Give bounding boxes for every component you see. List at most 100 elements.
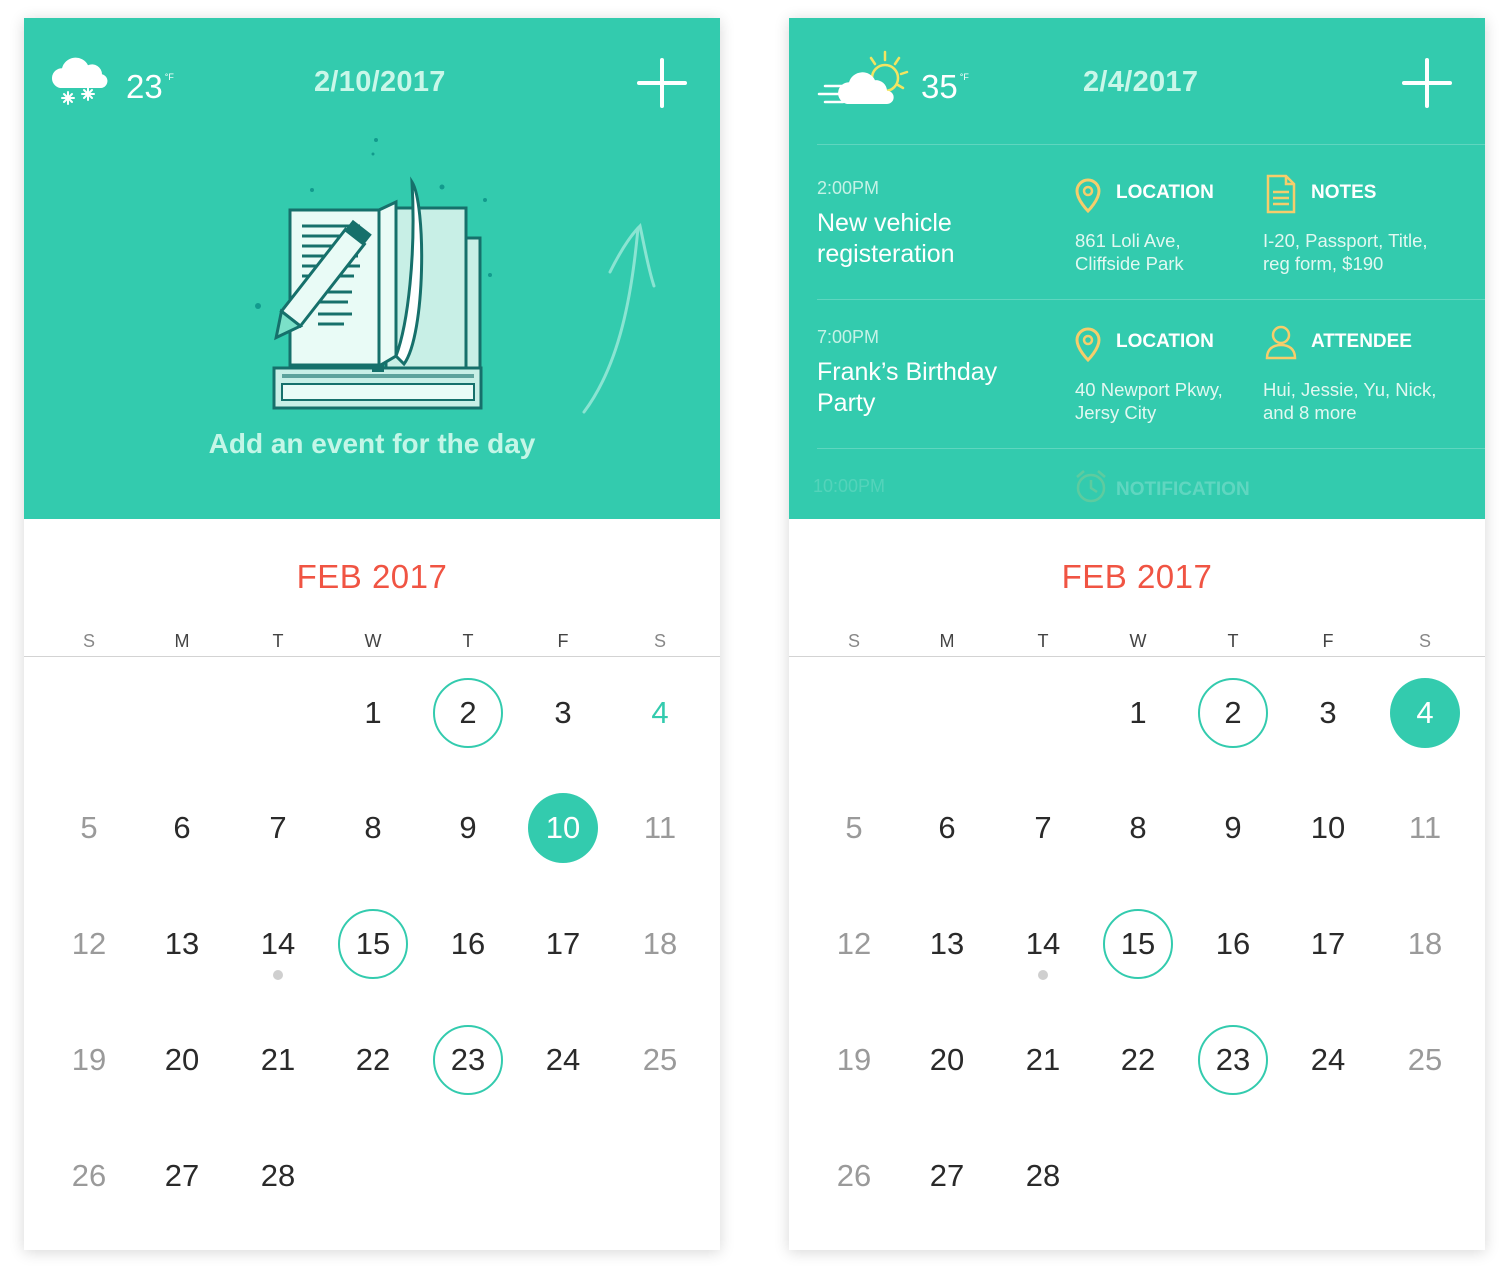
temperature: 23 °F: [126, 68, 174, 106]
calendar-day[interactable]: 10: [1293, 793, 1363, 863]
calendar-day[interactable]: 15: [1103, 909, 1173, 979]
location-pin-icon: [1075, 327, 1101, 368]
calendar-day[interactable]: 25: [1390, 1025, 1460, 1095]
person-attendee-icon: [1264, 324, 1298, 365]
calendar-day[interactable]: 17: [528, 909, 598, 979]
calendar-day[interactable]: 25: [625, 1025, 695, 1095]
month-label: FEB 2017: [296, 558, 448, 595]
calendar-day[interactable]: 19: [819, 1025, 889, 1095]
event-location-value: 861 Loli Ave, Cliffside Park: [1075, 229, 1255, 275]
calendar-day[interactable]: 1: [338, 678, 408, 748]
calendar-day[interactable]: 23: [1198, 1025, 1268, 1095]
event-notes-value: I-20, Passport, Title, reg form, $190: [1263, 229, 1443, 275]
calendar-day[interactable]: 4: [1390, 678, 1460, 748]
calendar-day[interactable]: 27: [147, 1141, 217, 1211]
calendar-day[interactable]: 17: [1293, 909, 1363, 979]
calendar-day[interactable]: 20: [912, 1025, 982, 1095]
calendar-day[interactable]: 23: [433, 1025, 503, 1095]
calendar-screen-empty-day: 23 °F 2/10/2017 Add an event for the day…: [24, 18, 720, 1250]
calendar-day[interactable]: 6: [147, 793, 217, 863]
calendar-day[interactable]: 1: [1103, 678, 1173, 748]
event-indicator-dot: [1038, 970, 1048, 980]
calendar-day[interactable]: 19: [54, 1025, 124, 1095]
add-event-button[interactable]: [637, 58, 687, 108]
event-location-line: Jersy City: [1075, 402, 1157, 423]
calendar-day[interactable]: 5: [54, 793, 124, 863]
calendar-day[interactable]: 24: [1293, 1025, 1363, 1095]
event-location-label: LOCATION: [1116, 182, 1214, 203]
calendar-day[interactable]: 6: [912, 793, 982, 863]
calendar-day[interactable]: 13: [147, 909, 217, 979]
weekday-label: M: [174, 631, 190, 651]
calendar-day[interactable]: 7: [1008, 793, 1078, 863]
event-divider: [817, 448, 1485, 449]
calendar-day[interactable]: 4: [625, 678, 695, 748]
calendar-day[interactable]: 28: [1008, 1141, 1078, 1211]
calendar-day[interactable]: 21: [1008, 1025, 1078, 1095]
calendar-day[interactable]: 28: [243, 1141, 313, 1211]
weekday-label: S: [847, 631, 860, 651]
event-divider: [817, 144, 1485, 145]
notes-document-icon: [1266, 174, 1296, 219]
event-location-value: 40 Newport Pkwy, Jersy City: [1075, 378, 1255, 424]
empty-day-message: Add an event for the day: [208, 428, 536, 459]
selected-date: 2/4/2017: [1083, 66, 1199, 98]
temperature-value: 23: [126, 68, 163, 105]
calendar-day[interactable]: 7: [243, 793, 313, 863]
event-time: 10:00PM: [813, 476, 886, 496]
month-label: FEB 2017: [1061, 558, 1213, 595]
calendar-day[interactable]: 22: [338, 1025, 408, 1095]
event-divider: [817, 299, 1485, 300]
calendar-day[interactable]: 14: [1008, 909, 1078, 979]
event-location-line: 40 Newport Pkwy,: [1075, 379, 1223, 400]
event-location-line: Cliffside Park: [1075, 253, 1184, 274]
calendar-day[interactable]: 16: [433, 909, 503, 979]
calendar-day[interactable]: 18: [1390, 909, 1460, 979]
calendar-day[interactable]: 12: [54, 909, 124, 979]
calendar-day[interactable]: 3: [528, 678, 598, 748]
event-notification-label: NOTIFICATION: [1116, 479, 1250, 500]
add-event-button[interactable]: [1402, 58, 1452, 108]
calendar-day[interactable]: 15: [338, 909, 408, 979]
temperature-unit: °F: [164, 72, 174, 82]
calendar-day[interactable]: 14: [243, 909, 313, 979]
weekday-label: T: [1037, 631, 1049, 651]
notebook-pencil-illustration: [248, 134, 538, 439]
calendar-day[interactable]: 12: [819, 909, 889, 979]
calendar-day[interactable]: 27: [912, 1141, 982, 1211]
calendar-day[interactable]: 26: [819, 1141, 889, 1211]
calendar-day[interactable]: 24: [528, 1025, 598, 1095]
calendar-day[interactable]: 16: [1198, 909, 1268, 979]
event-indicator-dot: [273, 970, 283, 980]
weekday-label: W: [364, 631, 382, 651]
calendar-day[interactable]: 8: [1103, 793, 1173, 863]
event-time: 7:00PM: [817, 327, 880, 347]
calendar-day[interactable]: 22: [1103, 1025, 1173, 1095]
temperature-unit: °F: [959, 72, 969, 82]
calendar-day[interactable]: 3: [1293, 678, 1363, 748]
temperature: 35 °F: [921, 68, 969, 106]
calendar-day[interactable]: 9: [433, 793, 503, 863]
calendar-day[interactable]: 10: [528, 793, 598, 863]
event-attendee-line: and 8 more: [1263, 402, 1357, 423]
calendar-day[interactable]: 9: [1198, 793, 1268, 863]
temperature-value: 35: [921, 68, 958, 105]
calendar-day[interactable]: 2: [1198, 678, 1268, 748]
calendar-day[interactable]: 8: [338, 793, 408, 863]
calendar-day[interactable]: 20: [147, 1025, 217, 1095]
calendar-day[interactable]: 2: [433, 678, 503, 748]
event-location-label: LOCATION: [1116, 331, 1214, 352]
calendar-day[interactable]: 18: [625, 909, 695, 979]
weekday-label: M: [939, 631, 955, 651]
calendar-day[interactable]: 26: [54, 1141, 124, 1211]
calendar-day[interactable]: 21: [243, 1025, 313, 1095]
weekday-label: F: [557, 631, 569, 651]
selected-date: 2/10/2017: [314, 66, 446, 98]
calendar-day[interactable]: 13: [912, 909, 982, 979]
calendar-screen-with-events: 35 °F 2/4/2017 2:00PM New vehicle registe…: [789, 18, 1485, 1250]
day-header: 23 °F 2/10/2017 Add an event for the day: [24, 18, 720, 519]
calendar-day[interactable]: 5: [819, 793, 889, 863]
calendar-day[interactable]: 11: [1390, 793, 1460, 863]
event-attendee-line: Hui, Jessie, Yu, Nick,: [1263, 379, 1437, 400]
calendar-day[interactable]: 11: [625, 793, 695, 863]
